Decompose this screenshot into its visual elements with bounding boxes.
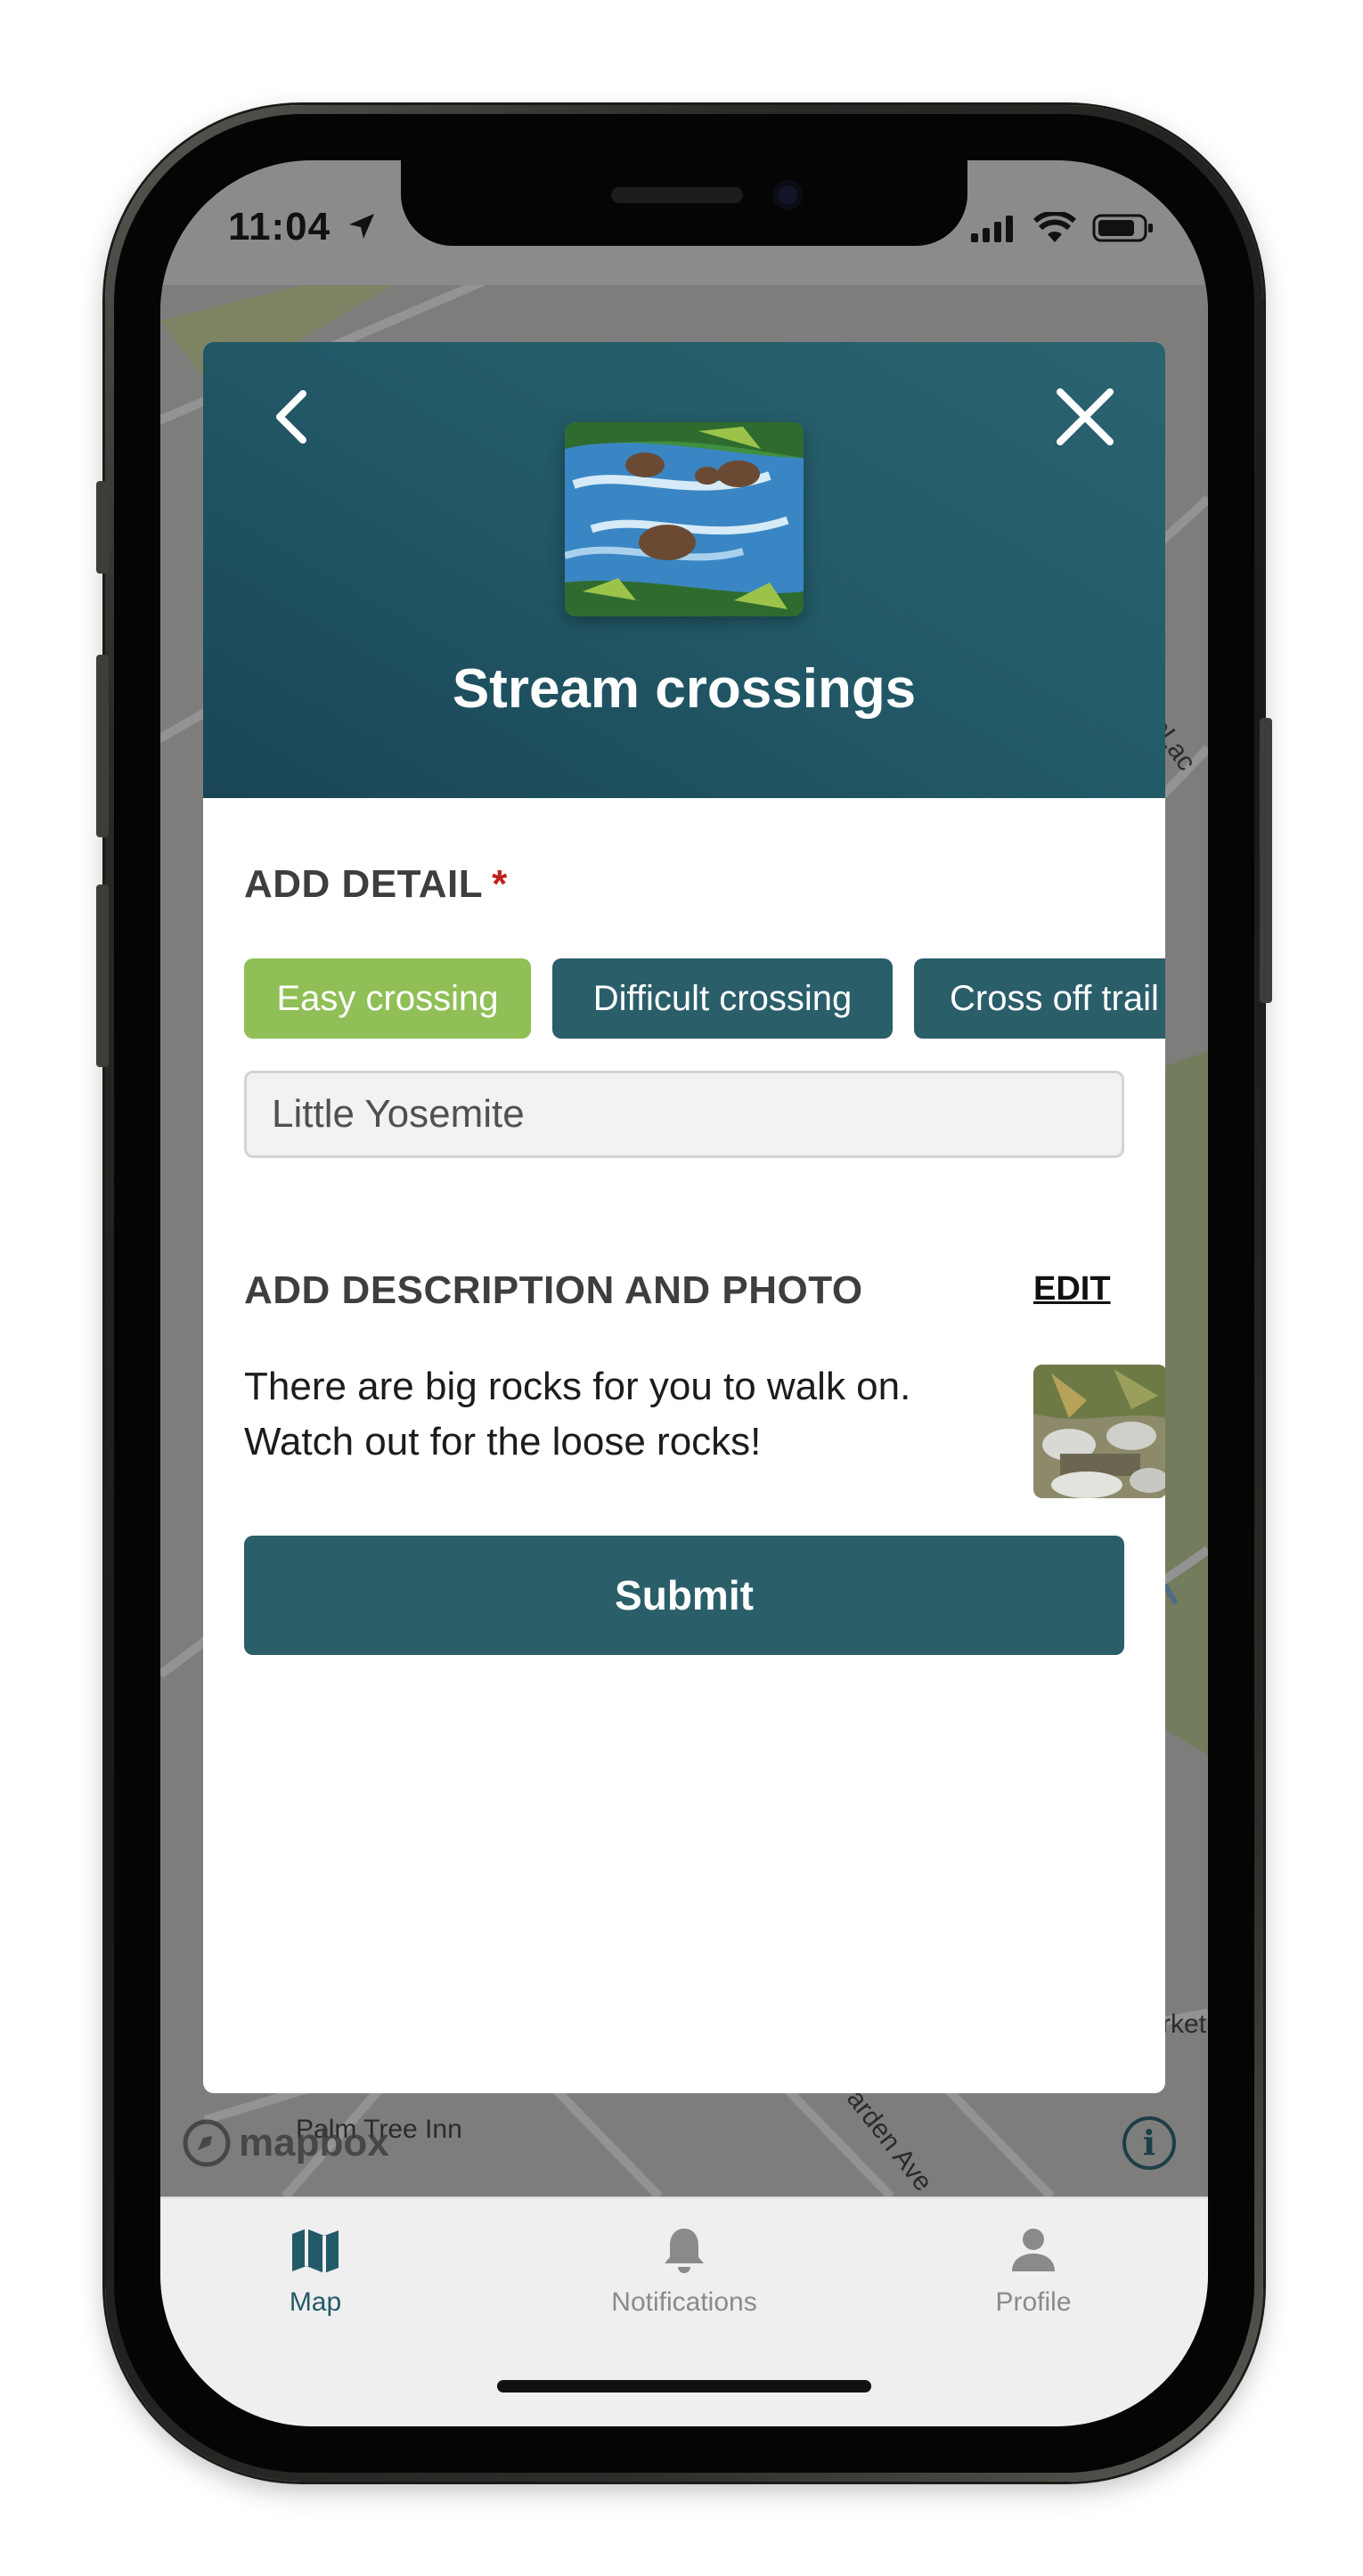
- info-icon[interactable]: i: [1122, 2116, 1176, 2170]
- detail-chip-row[interactable]: Easy crossing Difficult crossing Cross o…: [244, 958, 1165, 1039]
- detail-label-text: ADD DETAIL: [244, 862, 484, 906]
- map-poi-label: rket: [1162, 2009, 1207, 2039]
- chip-cross-off-trail[interactable]: Cross off trail: [914, 958, 1165, 1039]
- chip-difficult-crossing[interactable]: Difficult crossing: [552, 958, 893, 1039]
- tab-label-notifications: Notifications: [611, 2287, 757, 2317]
- mapbox-wordmark: mapbox: [239, 2121, 389, 2164]
- chevron-left-icon[interactable]: [264, 385, 317, 449]
- tab-map[interactable]: Map: [200, 2198, 431, 2332]
- status-time: 11:04: [228, 205, 331, 249]
- modal-title: Stream crossings: [452, 658, 917, 720]
- front-camera: [772, 180, 803, 210]
- side-button-volume-down: [96, 884, 109, 1067]
- close-icon[interactable]: [1053, 385, 1117, 449]
- stream-crossing-illustration: [565, 422, 804, 616]
- required-mark: *: [492, 862, 508, 906]
- tab-label-profile: Profile: [995, 2287, 1072, 2317]
- mapbox-attribution[interactable]: mapbox: [180, 2116, 389, 2170]
- chip-easy-crossing[interactable]: Easy crossing: [244, 958, 531, 1039]
- location-arrow-icon: [349, 214, 374, 239]
- tab-notifications[interactable]: Notifications: [568, 2198, 800, 2332]
- notch: [401, 160, 967, 246]
- report-modal: Stream crossings ADD DETAIL * Easy crossi…: [203, 342, 1165, 2093]
- location-name-field[interactable]: Little Yosemite: [244, 1071, 1124, 1158]
- side-button-volume-up: [96, 655, 109, 837]
- mapbox-logo-icon: [183, 2119, 231, 2167]
- tab-label-map: Map: [289, 2287, 342, 2317]
- screen: McLac rket Palm Tree Inn arden Ave 11:04: [160, 160, 1208, 2426]
- submit-button[interactable]: Submit: [244, 1536, 1124, 1655]
- bell-icon: [665, 2229, 704, 2273]
- photo-thumbnail[interactable]: [1033, 1365, 1165, 1498]
- side-button-power: [1260, 718, 1272, 1003]
- description-line: There are big rocks for you to walk on.: [244, 1365, 911, 1408]
- wifi-icon: [1033, 212, 1076, 242]
- edit-description-link[interactable]: EDIT: [1033, 1270, 1111, 1308]
- description-section-label: ADD DESCRIPTION AND PHOTO: [244, 1268, 863, 1312]
- detail-section-label: ADD DETAIL *: [244, 862, 508, 907]
- tab-profile[interactable]: Profile: [918, 2198, 1149, 2332]
- battery-icon: [1092, 214, 1153, 242]
- description-text: There are big rocks for you to walk on. …: [244, 1359, 992, 1470]
- speaker-grille: [611, 187, 743, 203]
- signal-icon: [971, 216, 1013, 242]
- map-icon: [292, 2229, 339, 2273]
- modal-header: Stream crossings: [203, 342, 1165, 798]
- side-button-silent: [96, 481, 109, 574]
- status-icons: [971, 212, 1155, 244]
- home-indicator[interactable]: [497, 2380, 871, 2393]
- person-icon: [1012, 2229, 1055, 2271]
- description-line: Watch out for the loose rocks!: [244, 1420, 762, 1463]
